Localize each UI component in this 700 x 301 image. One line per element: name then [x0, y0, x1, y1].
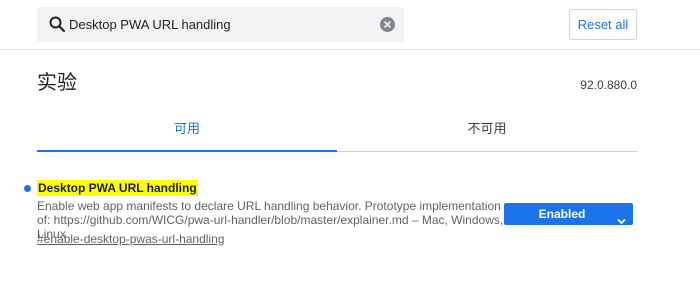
search-input[interactable] — [69, 7, 369, 42]
version-label: 92.0.880.0 — [580, 78, 637, 92]
chevron-down-icon — [617, 210, 626, 225]
clear-icon[interactable] — [380, 17, 395, 32]
experiment-state-select[interactable]: Enabled — [504, 203, 633, 225]
search-icon — [49, 16, 66, 33]
tab-bar: 可用 不可用 — [37, 108, 637, 152]
tab-available[interactable]: 可用 — [37, 108, 337, 152]
search-box[interactable] — [37, 7, 404, 42]
page-title: 实验 — [37, 70, 77, 94]
reset-all-button[interactable]: Reset all — [569, 9, 637, 40]
experiment-name: Desktop PWA URL handling — [37, 180, 198, 196]
modified-dot-icon — [24, 185, 31, 192]
select-value: Enabled — [538, 207, 586, 221]
tab-unavailable[interactable]: 不可用 — [337, 108, 637, 151]
top-bar: Reset all — [0, 0, 700, 50]
experiment-anchor-link[interactable]: #enable-desktop-pwas-url-handling — [37, 232, 224, 246]
